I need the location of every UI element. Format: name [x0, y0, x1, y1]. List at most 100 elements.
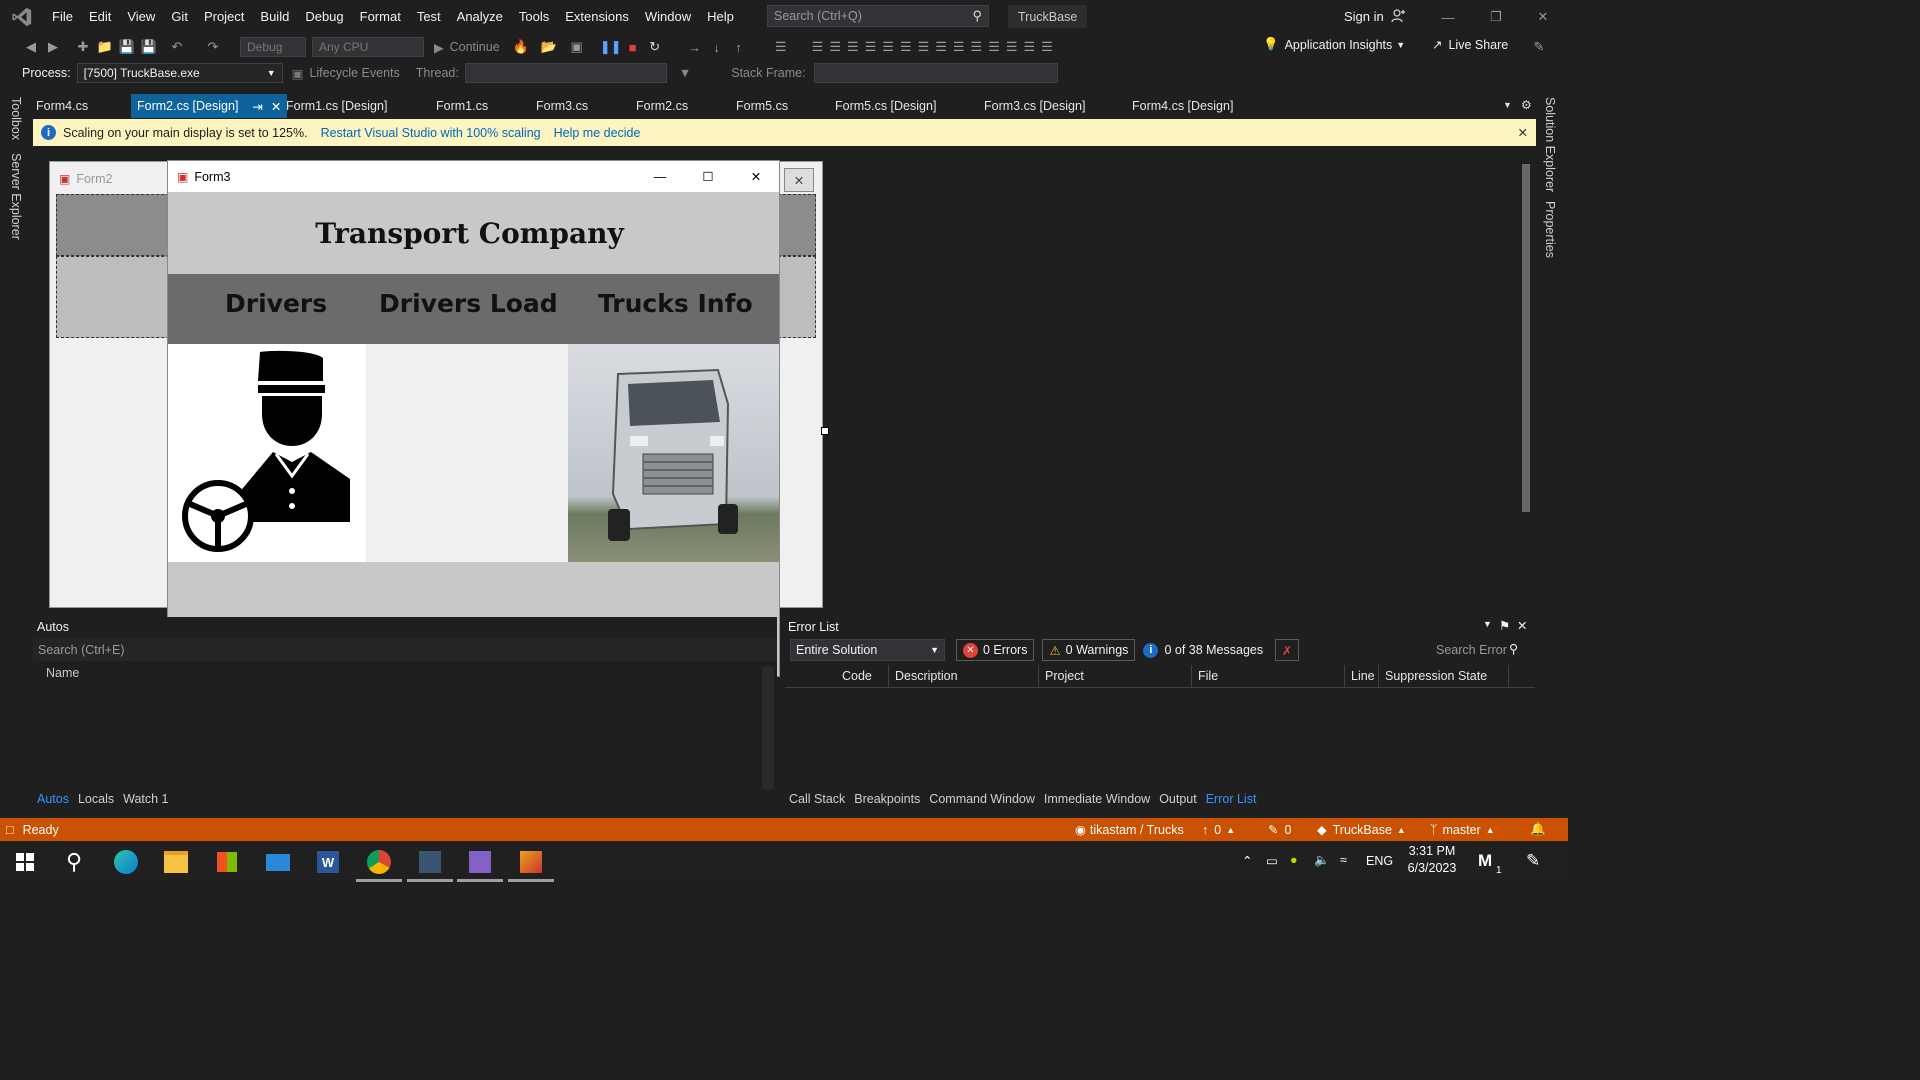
feedback-icon[interactable]: ✎	[1528, 36, 1550, 58]
visual-studio-logo-icon[interactable]	[0, 0, 44, 33]
changes-button[interactable]: ✎ 0	[1268, 822, 1291, 838]
line-column-header[interactable]: Line	[1345, 665, 1379, 687]
menu-item-file[interactable]: File	[44, 9, 81, 24]
scope-select[interactable]: Entire Solution ▼	[790, 639, 945, 661]
mail-icon[interactable]	[258, 843, 298, 881]
restore-button[interactable]: ❐	[1473, 6, 1519, 28]
trucks-info-link[interactable]: Trucks Info	[598, 289, 753, 318]
process-select[interactable]: [7500] TruckBase.exe ▼	[76, 63, 283, 83]
align-icons[interactable]: ☰☰☰☰☰☰☰☰☰☰☰☰☰☰	[812, 36, 1172, 58]
back-icon[interactable]: ◀	[20, 36, 42, 58]
winforms-app-icon[interactable]	[511, 843, 551, 881]
battery-icon[interactable]: ▭	[1266, 853, 1278, 868]
edge-icon[interactable]	[106, 843, 146, 881]
action-center-icon[interactable]: ✎	[1526, 851, 1540, 871]
browse-icon[interactable]: 📂	[538, 36, 560, 58]
close-icon[interactable]: ✕	[784, 168, 814, 192]
tab-error-list[interactable]: Error List	[1206, 792, 1257, 806]
thread-select[interactable]	[464, 63, 667, 83]
pause-icon[interactable]: ❚❚	[600, 36, 622, 58]
warnings-filter-button[interactable]: ⚠ 0 Warnings	[1042, 639, 1136, 661]
push-button[interactable]: ↑ 0 ▲	[1202, 823, 1235, 837]
save-icon[interactable]: 💾	[116, 36, 138, 58]
search-input[interactable]: Search (Ctrl+Q) ⚲	[767, 5, 989, 27]
tab-overflow-icon[interactable]: ▼	[1503, 100, 1512, 110]
solution-explorer-tab[interactable]: Solution Explorer	[1543, 97, 1557, 192]
tab-form2-cs[interactable]: Form2.cs	[630, 94, 694, 118]
tab-form1-cs-design[interactable]: Form1.cs [Design]	[280, 94, 393, 118]
layout-tools-icon[interactable]: ☰	[770, 36, 792, 58]
stop-icon[interactable]: ■	[622, 36, 644, 58]
menu-item-window[interactable]: Window	[637, 9, 699, 24]
autos-scrollbar[interactable]	[762, 667, 774, 789]
truck-picture[interactable]	[568, 344, 779, 562]
platform-select[interactable]: Any CPU	[312, 37, 424, 57]
menu-item-edit[interactable]: Edit	[81, 9, 119, 24]
lifecycle-events-button[interactable]: Lifecycle Events	[309, 66, 399, 80]
menu-item-project[interactable]: Project	[196, 9, 252, 24]
visual-studio-icon[interactable]	[460, 843, 500, 881]
close-window-button[interactable]: ✕	[1520, 6, 1566, 28]
language-indicator[interactable]: ENG	[1366, 854, 1393, 868]
driver-picture[interactable]	[168, 344, 366, 562]
tab-command-window[interactable]: Command Window	[929, 792, 1035, 806]
new-project-icon[interactable]: ✚	[72, 36, 94, 58]
tab-form4-cs[interactable]: Form4.cs	[30, 94, 94, 118]
tab-locals[interactable]: Locals	[78, 792, 114, 806]
help-me-decide-link[interactable]: Help me decide	[554, 126, 641, 140]
tab-form1-cs[interactable]: Form1.cs	[430, 94, 494, 118]
step-into-icon[interactable]: ↓	[706, 36, 728, 58]
messages-filter-button[interactable]: i 0 of 38 Messages	[1143, 642, 1263, 658]
tab-form5-cs-design[interactable]: Form5.cs [Design]	[829, 94, 942, 118]
tab-call-stack[interactable]: Call Stack	[789, 792, 845, 806]
dropdown-icon[interactable]: ▼	[1483, 619, 1492, 629]
maximize-icon[interactable]: ☐	[694, 169, 722, 184]
tab-form4-cs-design[interactable]: Form4.cs [Design]	[1126, 94, 1239, 118]
redo-icon[interactable]: ↷	[202, 36, 224, 58]
tab-form3-cs-design[interactable]: Form3.cs [Design]	[978, 94, 1091, 118]
stack-frame-select[interactable]	[813, 63, 1058, 83]
chevron-up-icon[interactable]: ⌃	[1242, 853, 1252, 868]
autos-search-input[interactable]: Search (Ctrl+E)	[33, 639, 777, 661]
menu-item-format[interactable]: Format	[352, 9, 409, 24]
menu-item-git[interactable]: Git	[163, 9, 196, 24]
undo-icon[interactable]: ↶	[166, 36, 188, 58]
configuration-select[interactable]: Debug	[240, 37, 306, 57]
filter-icon[interactable]: ▼	[679, 66, 691, 80]
resize-handle[interactable]	[821, 427, 829, 435]
continue-button[interactable]: ▶ Continue	[434, 40, 500, 55]
menu-item-build[interactable]: Build	[252, 9, 297, 24]
tab-autos[interactable]: Autos	[37, 792, 69, 806]
minimize-icon[interactable]: —	[646, 170, 674, 184]
chrome-icon[interactable]	[359, 843, 399, 881]
tab-immediate-window[interactable]: Immediate Window	[1044, 792, 1150, 806]
application-insights-button[interactable]: 💡 Application Insights ▼	[1263, 37, 1405, 52]
forward-icon[interactable]: ▶	[42, 36, 64, 58]
save-all-icon[interactable]: 💾	[138, 36, 160, 58]
build-filter-button[interactable]: ✗	[1275, 639, 1300, 661]
drivers-load-picture[interactable]	[366, 344, 568, 562]
description-column-header[interactable]: Description	[889, 665, 1039, 687]
menu-item-view[interactable]: View	[119, 9, 163, 24]
security-icon[interactable]: ●	[1290, 853, 1298, 867]
name-column-header[interactable]: Name	[46, 666, 79, 680]
restart-scaling-link[interactable]: Restart Visual Studio with 100% scaling	[321, 126, 541, 140]
sign-in-button[interactable]: Sign in	[1344, 8, 1406, 24]
step-out-icon[interactable]: ↑	[728, 36, 750, 58]
toolbox-tab[interactable]: Toolbox	[9, 97, 23, 140]
settings-gear-icon[interactable]: ⚙	[1521, 98, 1532, 112]
clock[interactable]: 3:31 PM 6/3/2023	[1400, 844, 1464, 875]
menu-item-test[interactable]: Test	[409, 9, 449, 24]
live-share-button[interactable]: ↗ Live Share	[1432, 37, 1508, 53]
volume-icon[interactable]: 🔈	[1314, 853, 1330, 868]
drivers-link[interactable]: Drivers	[225, 289, 327, 318]
suppression-state-column-header[interactable]: Suppression State	[1379, 665, 1509, 687]
tab-form5-cs[interactable]: Form5.cs	[730, 94, 794, 118]
menu-item-tools[interactable]: Tools	[511, 9, 557, 24]
solution-button[interactable]: ◆ TruckBase ▲	[1317, 822, 1406, 838]
restart-icon[interactable]: ↻	[644, 36, 666, 58]
wifi-icon[interactable]: ≈	[1340, 853, 1347, 867]
file-column-header[interactable]: File	[1192, 665, 1345, 687]
pin-icon[interactable]: ⇥	[252, 99, 262, 114]
open-folder-icon[interactable]: 📁	[94, 36, 116, 58]
